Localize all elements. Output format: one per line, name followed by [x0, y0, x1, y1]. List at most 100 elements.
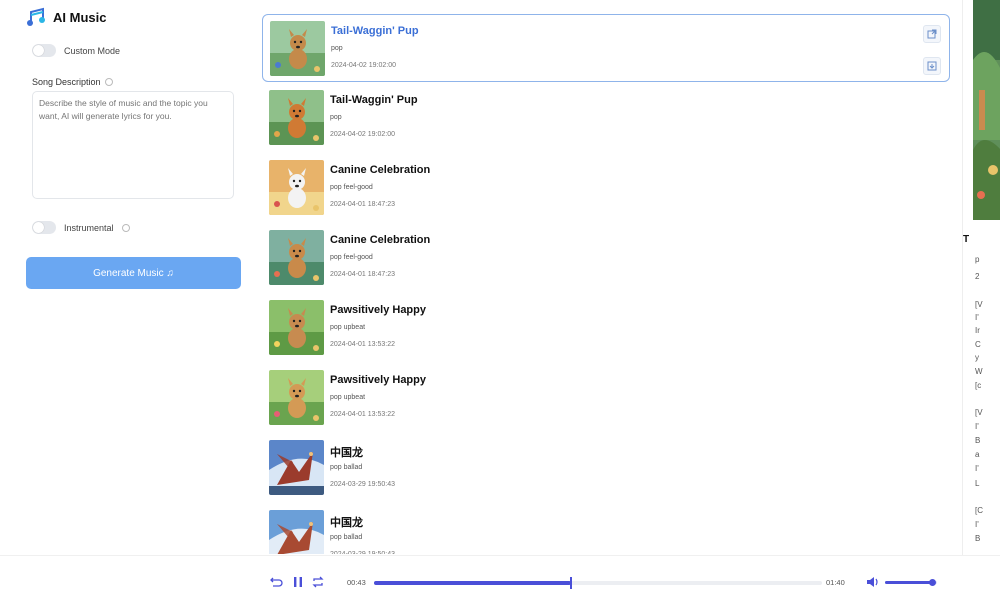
song-description-header: Song Description: [32, 77, 113, 87]
lyrics-line: I': [975, 422, 979, 431]
rewind-icon: [270, 577, 283, 587]
current-time: 00:43: [347, 578, 366, 587]
song-tags: pop: [331, 45, 343, 52]
song-date: 2024-04-02 19:02:00: [330, 131, 395, 138]
song-tags: pop upbeat: [330, 394, 366, 401]
volume-fill: [885, 581, 932, 584]
song-row[interactable]: Canine Celebration pop feel-good 2024-04…: [262, 224, 950, 292]
lyrics-line: [c: [975, 381, 982, 390]
instrumental-label: Instrumental: [64, 222, 114, 233]
lyrics-line: I': [975, 313, 979, 322]
song-row[interactable]: Tail-Waggin' Pup pop 2024-04-02 19:02:00: [262, 14, 950, 82]
song-cover-art: [270, 21, 325, 76]
song-row[interactable]: Tail-Waggin' Pup pop 2024-04-02 19:02:00: [262, 84, 950, 152]
song-title: Canine Celebration: [330, 164, 431, 176]
custom-mode-row: Custom Mode: [32, 44, 120, 57]
song-title: Pawsitively Happy: [330, 304, 426, 316]
song-tags: pop ballad: [330, 464, 363, 471]
settings-panel: AI Music Custom Mode Song Description In…: [0, 0, 250, 555]
song-title: Tail-Waggin' Pup: [331, 25, 419, 37]
lyrics-line: 2: [975, 272, 980, 281]
song-tags: pop ballad: [330, 534, 363, 541]
custom-mode-toggle[interactable]: [32, 44, 56, 57]
song-row[interactable]: Pawsitively Happy pop upbeat 2024-04-01 …: [262, 294, 950, 362]
share-icon: [927, 29, 937, 39]
duration-time: 01:40: [826, 578, 845, 587]
volume-button[interactable]: [866, 574, 880, 590]
lyrics-line: B: [975, 436, 981, 445]
custom-mode-label: Custom Mode: [64, 45, 121, 56]
song-list: Tail-Waggin' Pup pop 2024-04-02 19:02:00…: [262, 14, 950, 554]
generate-music-label: Generate Music ♫: [93, 267, 174, 279]
song-cover-art: [269, 230, 324, 285]
app-title: AI Music: [53, 9, 107, 25]
music-note-icon: [27, 7, 45, 26]
song-cover-art: [269, 440, 324, 495]
repeat-icon: [312, 576, 324, 588]
song-row[interactable]: 中国龙 pop ballad 2024-03-29 19:50:43: [262, 434, 950, 502]
detail-title: T: [963, 234, 970, 245]
lyrics-line: [V: [975, 300, 983, 309]
song-title: 中国龙: [330, 517, 363, 529]
progress-bar[interactable]: [374, 577, 822, 589]
player-bar: 00:43 01:40: [0, 555, 1000, 600]
info-icon[interactable]: [121, 223, 130, 232]
song-date: 2024-04-01 18:47:23: [330, 271, 395, 278]
song-title: Canine Celebration: [330, 234, 431, 246]
progress-fill: [374, 581, 572, 585]
lyrics-line: L: [975, 479, 980, 488]
song-cover-art: [269, 160, 324, 215]
song-title: 中国龙: [330, 447, 363, 459]
song-cover-art: [269, 90, 324, 145]
download-icon: [927, 61, 937, 71]
song-date: 2024-04-01 13:53:22: [330, 411, 395, 418]
lyrics-line: [C: [975, 506, 983, 515]
instrumental-toggle[interactable]: [32, 221, 56, 234]
instrumental-row: Instrumental: [32, 221, 130, 234]
song-date: 2024-03-29 19:50:43: [330, 551, 395, 554]
previous-button[interactable]: [268, 574, 284, 590]
song-detail-panel: Tp 2 [V I' Ir Cy W [c [V I' Ba I' L [C I' B: [962, 0, 1000, 555]
song-row[interactable]: 中国龙 pop ballad 2024-03-29 19:50:43: [262, 504, 950, 554]
lyrics-line: C: [975, 340, 981, 349]
lyrics-line: y: [975, 353, 979, 362]
lyrics-line: I': [975, 464, 979, 473]
pause-icon: [294, 577, 302, 587]
brand: AI Music: [26, 6, 106, 28]
song-date: 2024-04-02 19:02:00: [331, 62, 396, 69]
info-icon[interactable]: [104, 78, 113, 86]
volume-slider[interactable]: [885, 579, 937, 586]
song-description-input[interactable]: [32, 91, 234, 199]
volume-handle[interactable]: [928, 579, 936, 586]
song-tags: pop: [330, 114, 342, 121]
song-date: 2024-04-01 18:47:23: [330, 201, 395, 208]
cover-art: [973, 0, 1000, 220]
pause-button[interactable]: [290, 574, 306, 590]
lyrics-line: a: [975, 450, 980, 459]
lyrics-line: I': [975, 520, 979, 529]
song-cover-art: [269, 510, 324, 554]
lyrics-line: W: [975, 367, 983, 376]
volume-icon: [867, 577, 878, 587]
lyrics-line: p: [975, 255, 980, 264]
song-title: Tail-Waggin' Pup: [330, 94, 418, 106]
song-tags: pop feel-good: [330, 254, 373, 261]
progress-handle[interactable]: [570, 577, 573, 589]
song-tags: pop upbeat: [330, 324, 366, 331]
song-cover-art: [269, 300, 324, 355]
song-description-label: Song Description: [32, 77, 101, 87]
repeat-button[interactable]: [310, 574, 326, 590]
lyrics-line: [V: [975, 408, 983, 417]
generate-music-button[interactable]: Generate Music ♫: [26, 257, 241, 289]
song-tags: pop feel-good: [330, 184, 373, 191]
song-title: Pawsitively Happy: [330, 374, 426, 386]
song-cover-art: [269, 370, 324, 425]
share-button[interactable]: [923, 25, 941, 43]
song-row[interactable]: Pawsitively Happy pop upbeat 2024-04-01 …: [262, 364, 950, 432]
song-date: 2024-04-01 13:53:22: [330, 341, 395, 348]
lyrics-line: Ir: [975, 326, 980, 335]
lyrics-line: B: [975, 534, 981, 543]
song-row[interactable]: Canine Celebration pop feel-good 2024-04…: [262, 154, 950, 222]
download-button[interactable]: [923, 57, 941, 75]
song-date: 2024-03-29 19:50:43: [330, 481, 395, 488]
